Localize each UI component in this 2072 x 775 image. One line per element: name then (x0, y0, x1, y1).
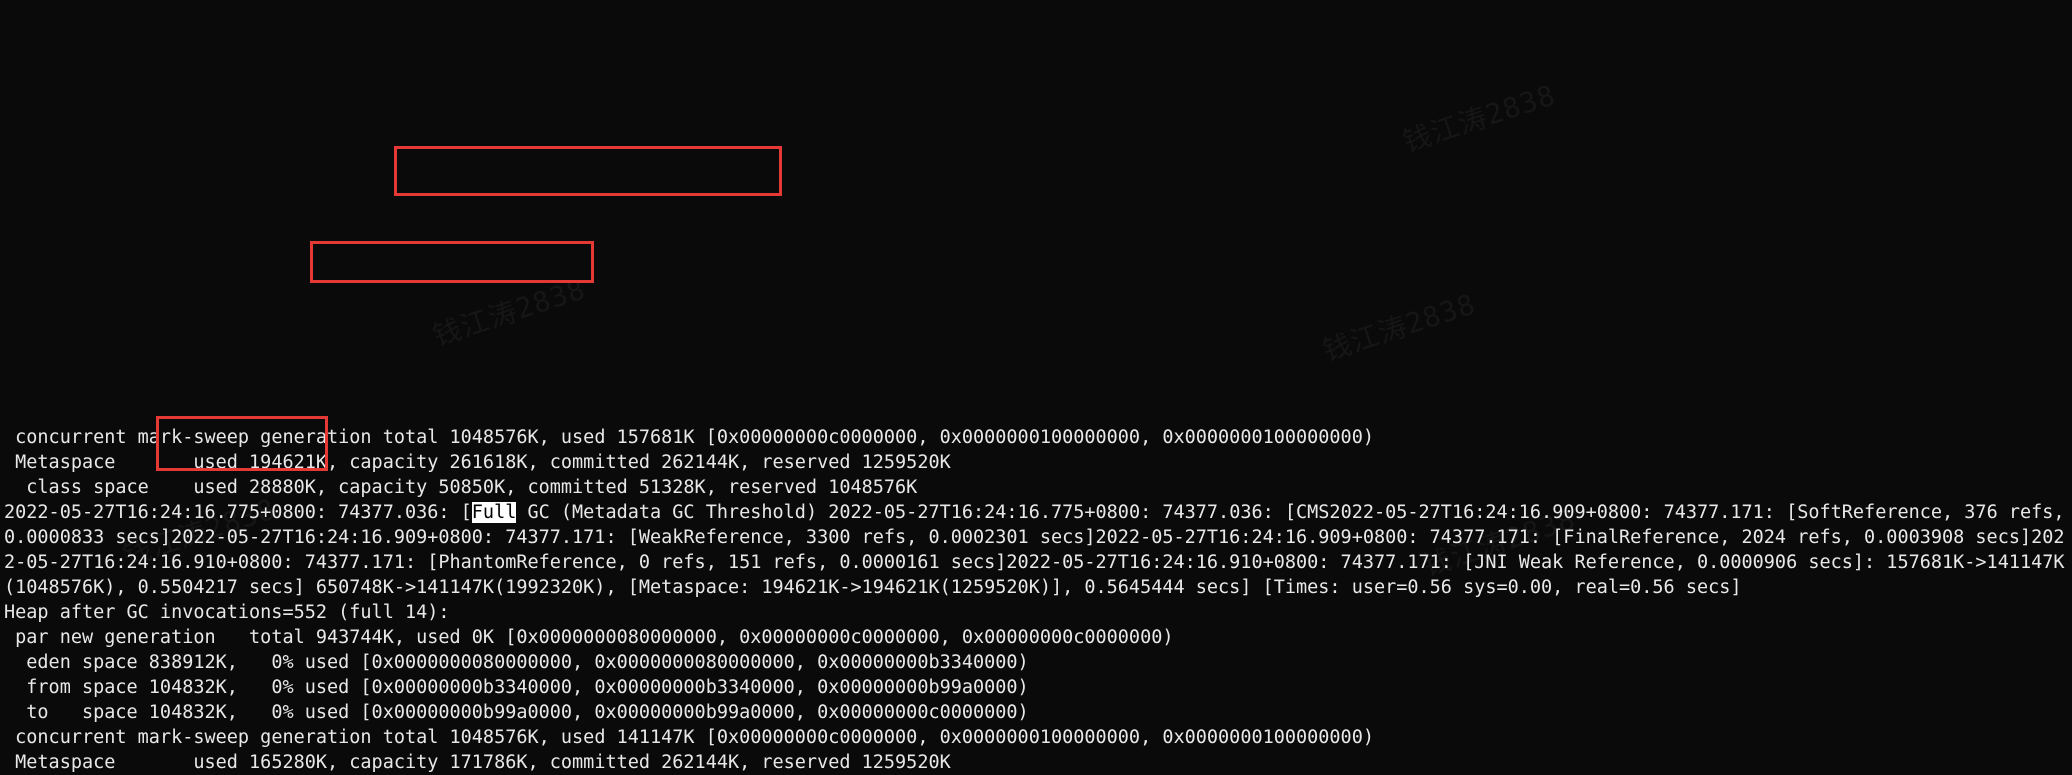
terminal-output[interactable]: 钱江涛2838 钱江涛2838 钱江涛2838 钱江涛2838 钱江涛2838 … (0, 100, 2072, 775)
log-line: 2022-05-27T16:24:16.775+0800: 74377.036:… (4, 502, 472, 523)
log-line: concurrent mark-sweep generation total 1… (4, 727, 1374, 748)
log-line: concurrent mark-sweep generation total 1… (4, 427, 1374, 448)
log-line: Metaspace used 165280K, capacity 171786K… (4, 752, 951, 773)
log-line: eden space 838912K, 0% used [0x000000008… (4, 652, 1029, 673)
log-line: par new generation total 943744K, used 0… (4, 627, 1174, 648)
highlight-box-1 (394, 146, 782, 196)
log-line: from space 104832K, 0% used [0x00000000b… (4, 677, 1029, 698)
log-content[interactable]: concurrent mark-sweep generation total 1… (4, 425, 2068, 775)
log-line: class space used 28880K, capacity 50850K… (4, 477, 917, 498)
text-selection[interactable]: Full (472, 502, 517, 523)
log-line: Heap after GC invocations=552 (full 14): (4, 602, 450, 623)
log-line: Metaspace used 194621K, capacity 261618K… (4, 452, 951, 473)
watermark: 钱江涛2838 (1400, 82, 1558, 155)
highlight-box-2 (310, 241, 594, 283)
watermark: 钱江涛2838 (430, 276, 588, 349)
log-line: to space 104832K, 0% used [0x00000000b99… (4, 702, 1029, 723)
watermark: 钱江涛2838 (1320, 291, 1478, 364)
